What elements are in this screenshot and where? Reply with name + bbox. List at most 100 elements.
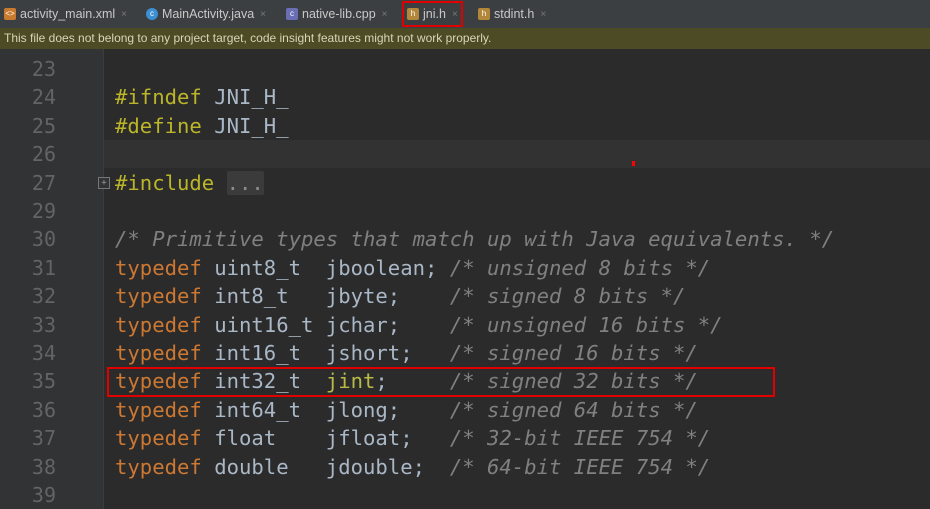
tab-jni-h[interactable]: h jni.h × — [402, 1, 463, 27]
tab-activity-main-xml[interactable]: <> activity_main.xml × — [4, 2, 127, 26]
code-line[interactable]: typedef int16_t jshort; /* signed 16 bit… — [115, 339, 698, 367]
line-number: 31 — [31, 255, 56, 280]
semicolon: ; — [387, 284, 401, 309]
line-number: 39 — [31, 483, 56, 507]
editor-tab-bar: <> activity_main.xml × c MainActivity.ja… — [0, 0, 930, 29]
line-number: 32 — [31, 284, 56, 309]
comment: /* unsigned 8 bits */ — [449, 255, 711, 280]
keyword: typedef — [115, 397, 202, 422]
semicolon: ; — [412, 454, 425, 479]
close-icon[interactable]: × — [540, 9, 546, 20]
identifier: jchar — [325, 312, 388, 337]
type-name: float — [201, 426, 326, 451]
close-icon[interactable]: × — [121, 9, 127, 20]
line-number: 27 — [31, 170, 56, 195]
close-icon[interactable]: × — [260, 9, 266, 20]
identifier: jboolean — [325, 255, 425, 280]
identifier: jlong — [325, 397, 388, 422]
tab-label: stdint.h — [494, 7, 535, 21]
keyword: typedef — [115, 341, 202, 365]
line-number: 30 — [31, 227, 56, 252]
semicolon: ; — [425, 255, 438, 280]
java-class-icon: c — [146, 8, 158, 20]
xml-file-icon: <> — [4, 8, 16, 20]
keyword: typedef — [115, 312, 202, 337]
close-icon[interactable]: × — [382, 9, 388, 20]
type-name: uint16_t — [201, 312, 326, 337]
code-line[interactable]: #ifndef JNI_H_ — [115, 83, 289, 111]
line-number: 36 — [31, 397, 56, 422]
code-text: JNI_H_ — [201, 85, 289, 110]
current-line-highlight — [104, 140, 930, 168]
tab-stdint-h[interactable]: h stdint.h × — [478, 2, 546, 26]
tab-label: jni.h — [423, 7, 446, 21]
preprocessor-directive: #include — [115, 170, 215, 195]
semicolon: ; — [387, 312, 401, 337]
line-number: 34 — [31, 341, 56, 365]
fold-toggle-icon[interactable]: + — [98, 177, 110, 189]
line-number: 24 — [31, 85, 56, 110]
line-number: 29 — [31, 199, 56, 223]
type-name: int16_t — [201, 341, 326, 365]
code-line[interactable]: typedef int8_t jbyte; /* signed 8 bits *… — [115, 282, 685, 310]
type-name: int8_t — [201, 284, 326, 309]
keyword: typedef — [115, 454, 202, 479]
line-number: 33 — [31, 312, 56, 337]
highlight-annotation — [107, 367, 775, 397]
line-number: 26 — [31, 142, 56, 167]
comment: /* 64-bit IEEE 754 */ — [449, 454, 711, 479]
code-line[interactable]: typedef uint16_t jchar; /* unsigned 16 b… — [115, 311, 723, 339]
tab-label: MainActivity.java — [162, 7, 255, 21]
semicolon: ; — [400, 341, 413, 365]
comment: /* unsigned 16 bits */ — [449, 312, 723, 337]
comment: /* Primitive types that match up with Ja… — [115, 227, 835, 252]
identifier: jdouble — [325, 454, 413, 479]
tab-label: activity_main.xml — [20, 7, 116, 21]
tab-mainactivity-java[interactable]: c MainActivity.java × — [146, 2, 266, 26]
code-text: JNI_H_ — [201, 113, 289, 138]
header-file-icon: h — [478, 8, 490, 20]
warning-banner: This file does not belong to any project… — [0, 28, 930, 49]
comment: /* signed 64 bits */ — [449, 397, 698, 422]
line-number: 38 — [31, 454, 56, 479]
identifier: jfloat — [325, 426, 401, 451]
comment: /* signed 16 bits */ — [449, 341, 698, 365]
header-file-icon: h — [407, 8, 419, 20]
folded-region[interactable]: ... — [226, 170, 264, 195]
keyword: typedef — [115, 255, 202, 280]
semicolon: ; — [400, 426, 413, 451]
keyword: typedef — [115, 426, 202, 451]
comment: /* signed 8 bits */ — [449, 284, 686, 309]
close-icon[interactable]: × — [452, 9, 458, 20]
tab-label: native-lib.cpp — [302, 7, 376, 21]
keyword: typedef — [115, 284, 202, 309]
code-line[interactable]: #define JNI_H_ — [115, 112, 289, 140]
code-line[interactable]: typedef double jdouble; /* 64-bit IEEE 7… — [115, 453, 710, 481]
preprocessor-directive: #define — [115, 113, 202, 138]
type-name: double — [201, 454, 326, 479]
line-number: 23 — [31, 57, 56, 81]
preprocessor-directive: #ifndef — [115, 85, 202, 110]
line-number: 37 — [31, 426, 56, 451]
type-name: int64_t — [201, 397, 326, 422]
code-line[interactable]: #include ... — [115, 169, 264, 197]
type-name: uint8_t — [201, 255, 326, 280]
identifier: jbyte — [325, 284, 388, 309]
semicolon: ; — [387, 397, 401, 422]
code-line[interactable]: typedef float jfloat; /* 32-bit IEEE 754… — [115, 424, 710, 452]
comment: /* 32-bit IEEE 754 */ — [449, 426, 711, 451]
cursor-marker — [632, 161, 635, 166]
tab-native-lib-cpp[interactable]: c native-lib.cpp × — [286, 2, 388, 26]
code-line[interactable]: /* Primitive types that match up with Ja… — [115, 225, 834, 253]
cpp-file-icon: c — [286, 8, 298, 20]
code-line[interactable]: typedef uint8_t jboolean; /* unsigned 8 … — [115, 254, 710, 282]
code-line[interactable]: typedef int64_t jlong; /* signed 64 bits… — [115, 396, 698, 424]
